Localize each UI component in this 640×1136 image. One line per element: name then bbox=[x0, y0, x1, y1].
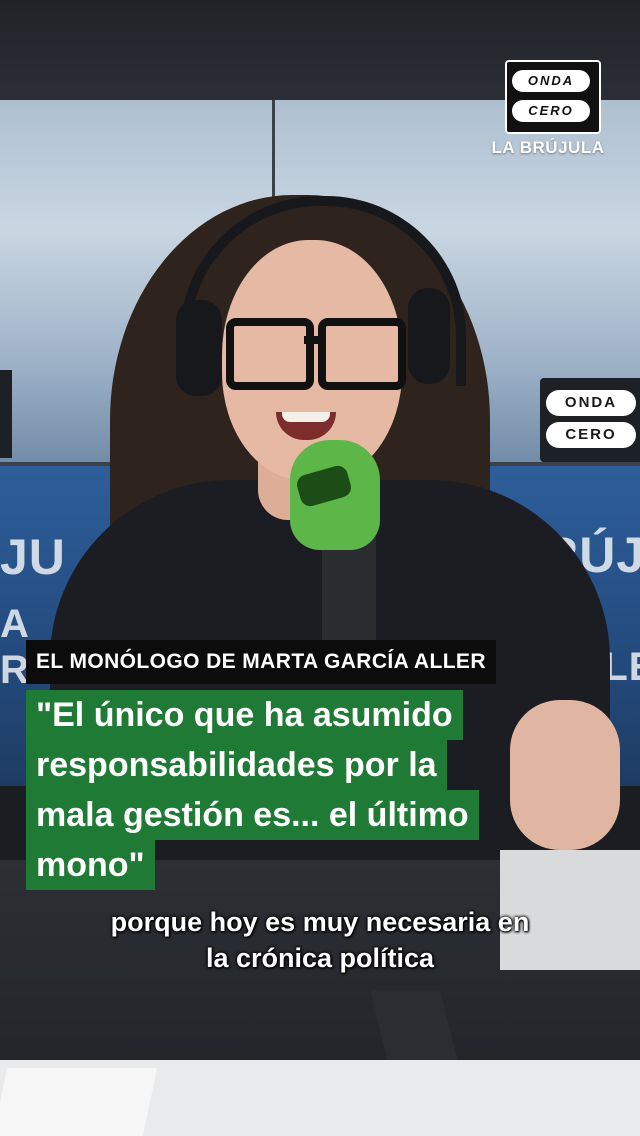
program-name: LA BRÚJULA bbox=[491, 138, 605, 157]
caption-subtitle: porque hoy es muy necesaria en la crónic… bbox=[40, 904, 600, 976]
wall-logo: ONDA CERO bbox=[540, 378, 640, 462]
quote-line-3: mala gestión es... el último bbox=[26, 790, 479, 840]
caption-line-1: porque hoy es muy necesaria en bbox=[110, 907, 530, 937]
quote-line-1: "El único que ha asumido bbox=[26, 690, 463, 740]
wall-text-left: JU bbox=[0, 529, 66, 585]
quote-block: "El único que ha asumido responsabilidad… bbox=[26, 690, 586, 890]
logo-line-2: CERO bbox=[512, 100, 590, 122]
wall-logo-left bbox=[0, 370, 12, 458]
section-title: EL MONÓLOGO DE MARTA GARCÍA ALLER bbox=[26, 640, 496, 684]
paper-sheet bbox=[0, 1068, 158, 1136]
headphones-right-cup bbox=[408, 288, 450, 384]
onda-cero-logo: ONDA CERO bbox=[505, 60, 601, 134]
quote-line-4: mono" bbox=[26, 840, 155, 890]
logo-line-1: ONDA bbox=[512, 70, 590, 92]
presenter-teeth bbox=[282, 412, 330, 422]
wall-logo-pill-2: CERO bbox=[546, 422, 636, 448]
wall-logo-pill-1: ONDA bbox=[546, 390, 636, 416]
headphones-left-cup bbox=[176, 300, 222, 396]
caption-line-2: la crónica política bbox=[205, 943, 435, 973]
quote-line-2: responsabilidades por la bbox=[26, 740, 447, 790]
